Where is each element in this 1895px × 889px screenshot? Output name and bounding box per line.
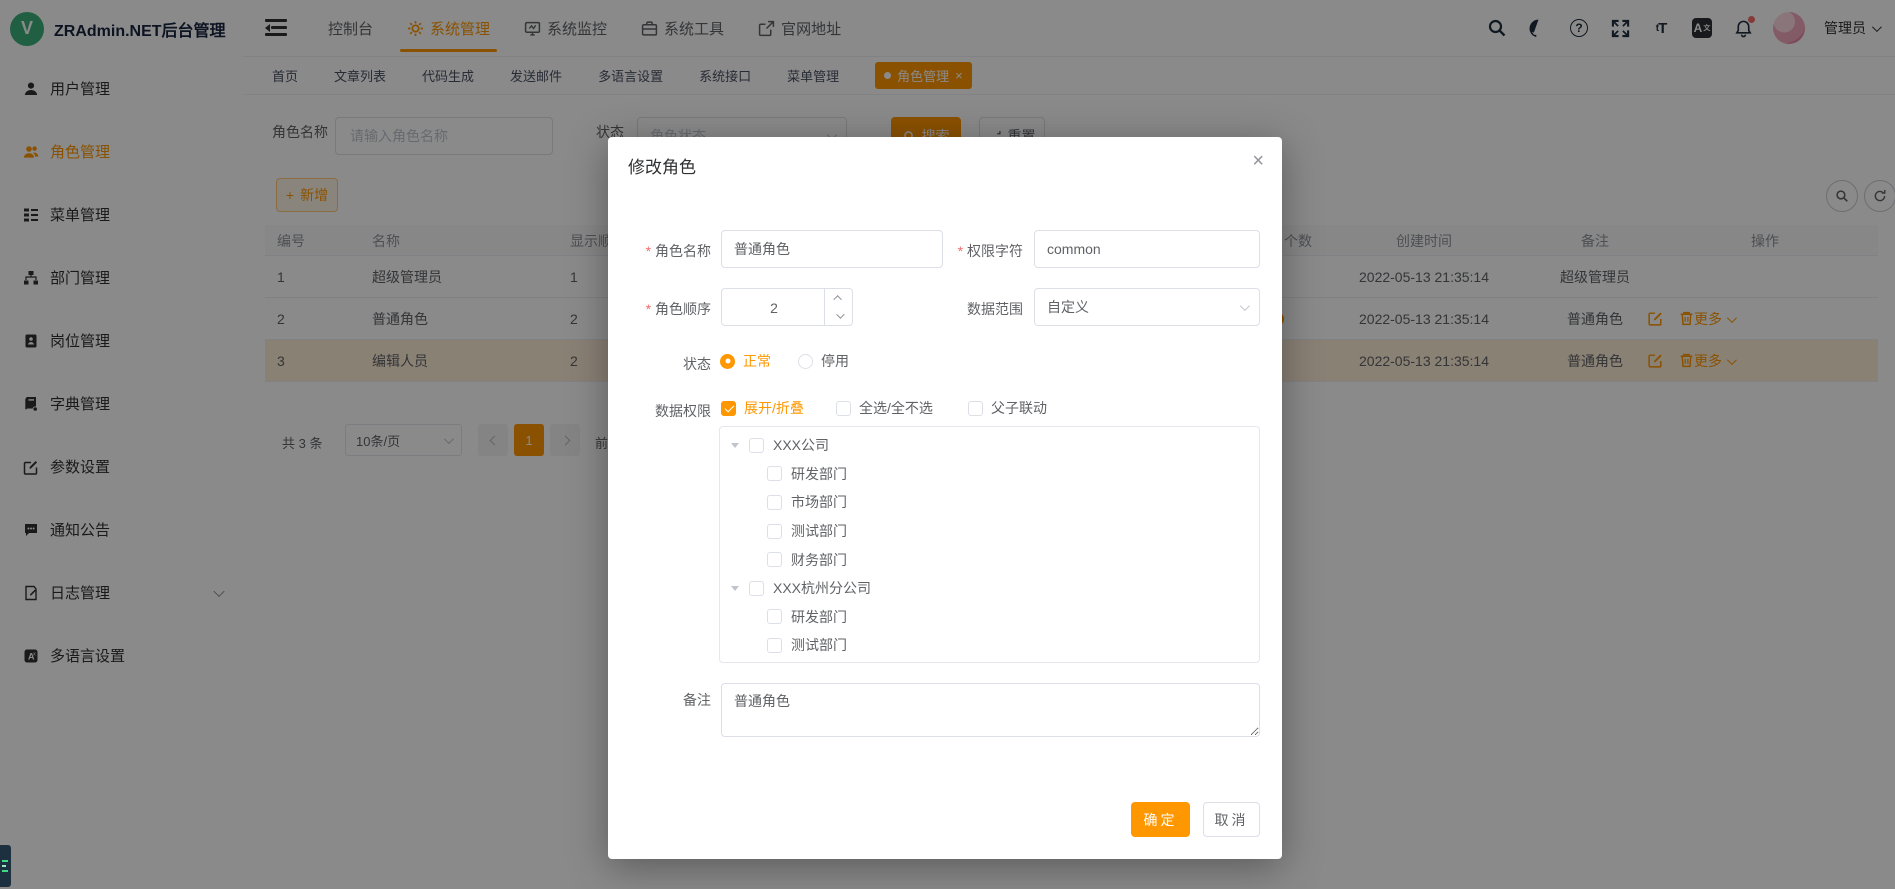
checkbox-expand-collapse[interactable]: 展开/折叠	[721, 398, 804, 418]
stepper-decrease-icon[interactable]	[824, 306, 852, 325]
dialog-title: 修改角色	[628, 153, 696, 178]
department-tree: XXX公司 研发部门 市场部门 测试部门 财务部门 XXX杭州分公司	[719, 426, 1260, 663]
tree-node-label: 财务部门	[791, 550, 847, 570]
radio-checked-icon	[720, 354, 735, 369]
select-value: 自定义	[1047, 297, 1089, 317]
tree-node-label: XXX公司	[773, 435, 829, 455]
checkbox-parent-child-link[interactable]: 父子联动	[968, 398, 1047, 418]
tree-node-label: 研发部门	[791, 464, 847, 484]
role-key-input[interactable]: common	[1034, 230, 1260, 268]
radio-status-disabled[interactable]: 停用	[798, 351, 849, 371]
role-name-label: 角色名称	[646, 241, 711, 261]
stats-widget[interactable]	[0, 845, 11, 887]
tree-node-dept[interactable]: 财务部门	[720, 545, 1259, 574]
role-order-stepper: 2	[721, 288, 853, 326]
checkbox-label: 展开/折叠	[744, 398, 804, 418]
checkbox-label: 全选/全不选	[859, 398, 933, 418]
data-scope-label: 数据范围	[967, 299, 1023, 319]
tree-node-label: 测试部门	[791, 635, 847, 655]
checkbox-unchecked-icon	[836, 401, 851, 416]
cancel-button[interactable]: 取消	[1203, 802, 1260, 837]
app-window: V ZRAdmin.NET后台管理 用户管理 角色管理 菜单管理	[0, 0, 1895, 889]
radio-label: 正常	[743, 351, 771, 371]
tree-node-dept[interactable]: 测试部门	[720, 517, 1259, 546]
data-permission-label: 数据权限	[655, 401, 711, 421]
close-icon[interactable]: ×	[1252, 151, 1264, 171]
caret-down-icon[interactable]	[731, 443, 739, 448]
checkbox-unchecked-icon[interactable]	[749, 438, 764, 453]
input-value: common	[1047, 241, 1101, 257]
tree-node-label: XXX杭州分公司	[773, 578, 871, 598]
tree-node-label: 研发部门	[791, 607, 847, 627]
tree-node-company[interactable]: XXX公司	[720, 431, 1259, 460]
tree-node-dept[interactable]: 研发部门	[720, 603, 1259, 632]
stepper-value[interactable]: 2	[722, 289, 826, 327]
checkbox-unchecked-icon[interactable]	[767, 495, 782, 510]
chevron-down-icon	[1240, 301, 1250, 311]
checkbox-unchecked-icon[interactable]	[749, 581, 764, 596]
checkbox-unchecked-icon[interactable]	[767, 638, 782, 653]
tree-node-label: 测试部门	[791, 521, 847, 541]
tree-node-dept[interactable]: 研发部门	[720, 460, 1259, 489]
radio-unchecked-icon	[798, 354, 813, 369]
checkbox-label: 父子联动	[991, 398, 1047, 418]
tree-node-branch-company[interactable]: XXX杭州分公司	[720, 574, 1259, 603]
remark-label: 备注	[683, 690, 711, 710]
radio-status-normal[interactable]: 正常	[720, 351, 771, 371]
checkbox-checked-icon	[721, 401, 736, 416]
role-key-label: 权限字符	[958, 241, 1023, 261]
checkbox-select-all[interactable]: 全选/全不选	[836, 398, 933, 418]
data-scope-select[interactable]: 自定义	[1034, 288, 1260, 326]
caret-down-icon[interactable]	[731, 586, 739, 591]
remark-textarea[interactable]: 普通角色	[721, 683, 1260, 737]
checkbox-unchecked-icon[interactable]	[767, 524, 782, 539]
status-label: 状态	[683, 354, 711, 374]
radio-label: 停用	[821, 351, 849, 371]
role-name-input[interactable]: 普通角色	[721, 230, 943, 268]
tree-node-label: 市场部门	[791, 492, 847, 512]
checkbox-unchecked-icon[interactable]	[767, 552, 782, 567]
checkbox-unchecked-icon[interactable]	[767, 466, 782, 481]
edit-role-dialog: 修改角色 × 角色名称 普通角色 权限字符 common 角色顺序 2 数据范围…	[608, 137, 1282, 859]
checkbox-unchecked-icon	[968, 401, 983, 416]
tree-node-dept[interactable]: 市场部门	[720, 488, 1259, 517]
input-value: 普通角色	[734, 239, 790, 259]
checkbox-unchecked-icon[interactable]	[767, 609, 782, 624]
tree-node-dept[interactable]: 测试部门	[720, 631, 1259, 660]
role-order-label: 角色顺序	[646, 299, 711, 319]
confirm-button[interactable]: 确定	[1131, 802, 1190, 837]
